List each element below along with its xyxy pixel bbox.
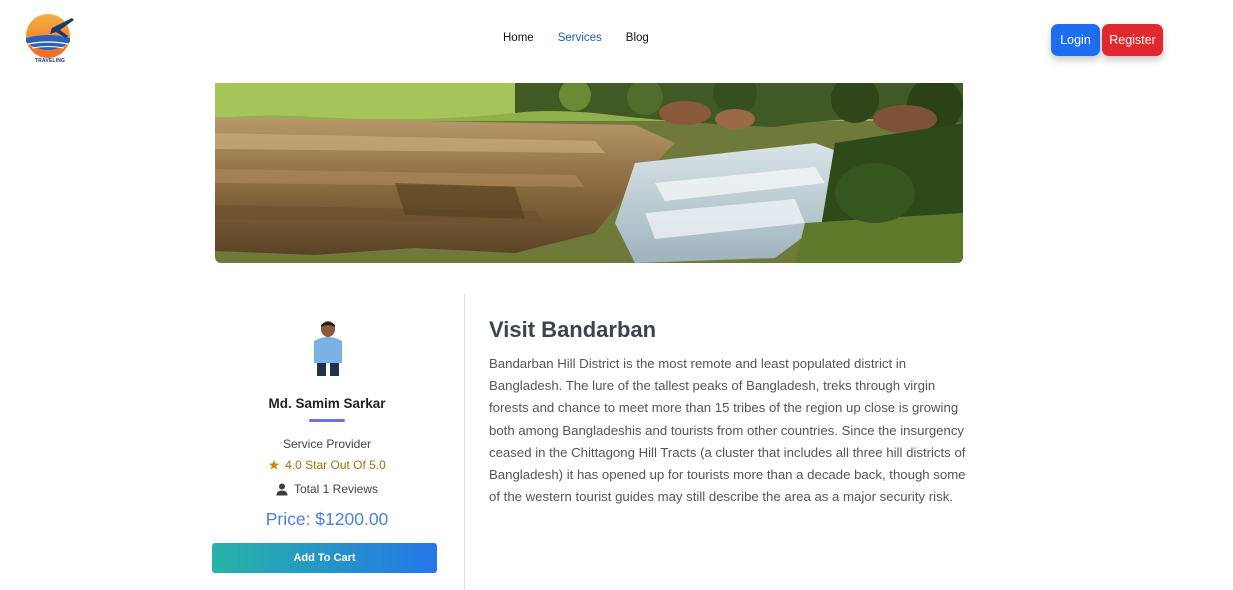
bandarban-waterfall-image (215, 83, 963, 263)
rating-row: 4.0 Star Out Of 5.0 (212, 458, 442, 472)
name-underline (309, 419, 345, 422)
rating-text: 4.0 Star Out Of 5.0 (285, 458, 386, 472)
star-icon (269, 460, 280, 470)
price-text: Price: $1200.00 (265, 509, 389, 529)
provider-role: Service Provider (282, 437, 372, 451)
provider-card: Md. Samim Sarkar Service Provider 4.0 St… (212, 293, 465, 590)
column-divider (464, 293, 465, 590)
logo-emblem (26, 14, 74, 58)
nav-services-link[interactable]: Services (558, 32, 602, 44)
traveling-logo[interactable]: TRAVELING (24, 12, 76, 66)
service-title: Visit Bandarban (489, 317, 657, 342)
reviews-text: Total 1 Reviews (293, 482, 379, 496)
service-description: Bandarban Hill District is the most remo… (489, 356, 966, 505)
logo-text: TRAVELING (34, 58, 66, 64)
register-button[interactable]: Register (1102, 24, 1163, 56)
nav-blog-link[interactable]: Blog (626, 32, 649, 44)
reviews-row: Total 1 Reviews (212, 482, 442, 496)
main-nav: Home Services Blog (503, 32, 649, 44)
add-to-cart-button[interactable]: Add To Cart (212, 543, 437, 573)
service-details: Visit Bandarban Bandarban Hill District … (489, 317, 967, 508)
provider-name: Md. Samim Sarkar (268, 396, 386, 411)
navbar: TRAVELING Home Services Blog Login Regis… (0, 0, 1233, 80)
login-button[interactable]: Login (1051, 24, 1100, 56)
provider-avatar (310, 319, 346, 377)
user-icon (276, 483, 288, 495)
nav-home-link[interactable]: Home (503, 32, 534, 44)
